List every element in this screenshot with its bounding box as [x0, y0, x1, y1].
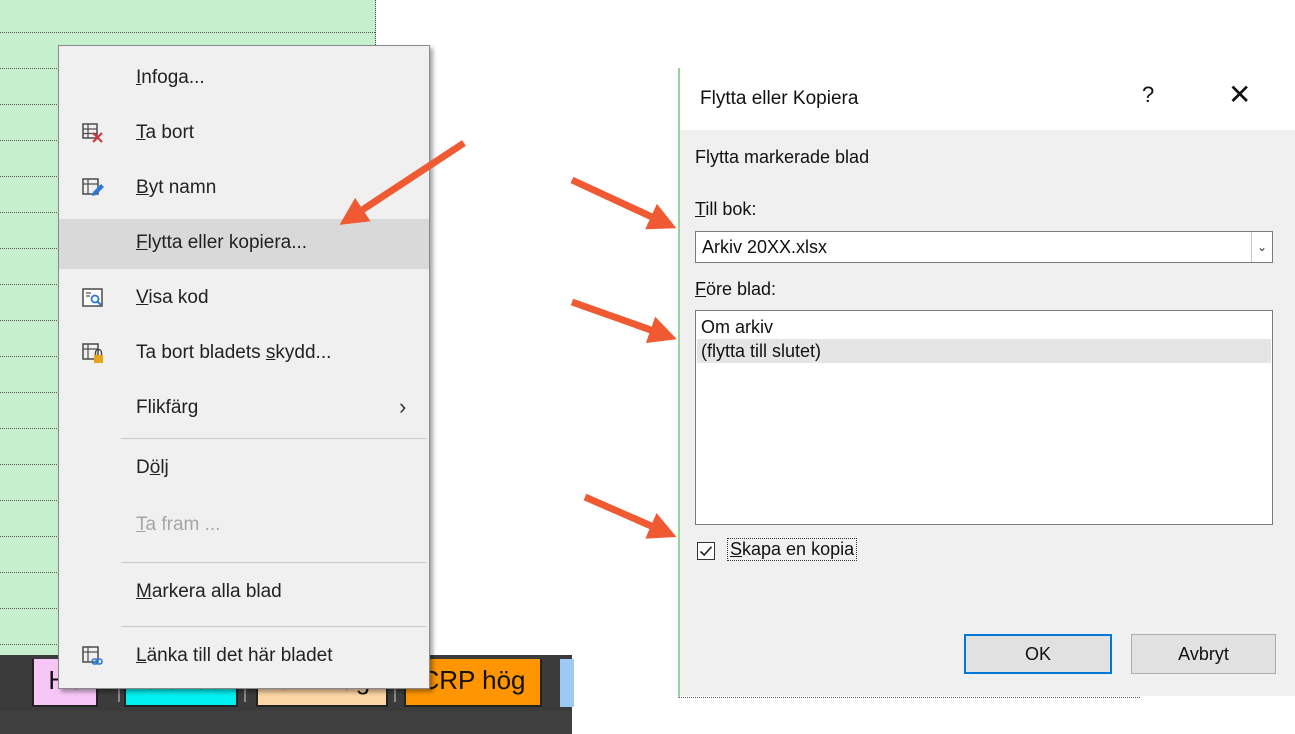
dialog-title: Flytta eller Kopiera: [700, 88, 859, 109]
ok-button[interactable]: OK: [964, 634, 1112, 674]
menu-item-move-or-copy[interactable]: Flytta eller kopiera...: [59, 219, 429, 269]
menu-item-view-code[interactable]: Visa kod: [59, 274, 429, 324]
sheet-tab-partial[interactable]: [560, 659, 574, 707]
help-icon[interactable]: ?: [1142, 82, 1154, 108]
menu-item-insert[interactable]: Infoga...: [59, 54, 429, 104]
menu-separator: [121, 626, 427, 627]
rename-sheet-icon: [82, 178, 104, 196]
menu-item-label: Ta bort: [136, 122, 195, 143]
view-code-icon: [82, 288, 103, 307]
arrow-to-book-field: [570, 176, 677, 230]
close-icon[interactable]: ✕: [1228, 78, 1251, 111]
chevron-down-icon[interactable]: ⌄: [1251, 232, 1272, 262]
before-sheet-list[interactable]: Om arkiv (flytta till slutet): [695, 310, 1273, 525]
menu-item-label: Flytta eller kopiera...: [136, 232, 308, 253]
menu-separator: [121, 562, 427, 563]
dialog-titlebar[interactable]: Flytta eller Kopiera ? ✕: [680, 68, 1295, 130]
menu-item-label: Markera alla blad: [136, 581, 282, 602]
menu-item-label: Visa kod: [136, 287, 209, 308]
menu-item-unprotect-sheet[interactable]: Ta bort bladets skydd...: [59, 329, 429, 379]
before-sheet-label: Före blad:: [695, 279, 777, 299]
unprotect-sheet-icon: [82, 343, 103, 363]
menu-item-label: Ta bort bladets skydd...: [136, 342, 332, 363]
arrow-to-copy-checkbox: [583, 493, 677, 539]
menu-item-select-all-sheets[interactable]: Markera alla blad: [59, 568, 429, 618]
menu-item-label: Byt namn: [136, 177, 217, 198]
menu-separator: [121, 438, 427, 439]
to-book-select[interactable]: Arkiv 20XX.xlsx ⌄: [695, 231, 1273, 263]
status-bar: [0, 711, 572, 734]
sheet-context-menu: Infoga... Ta bort Byt namn Flytta eller …: [58, 45, 430, 689]
create-copy-label[interactable]: Skapa en kopia: [726, 538, 858, 561]
menu-item-tab-color[interactable]: Flikfärg ›: [59, 384, 429, 434]
menu-item-label: Flikfärg: [136, 397, 199, 418]
menu-item-label: Infoga...: [136, 67, 205, 88]
to-book-label: Till bok:: [695, 199, 757, 219]
create-copy-checkbox[interactable]: [697, 542, 715, 560]
arrow-to-sheet-list: [570, 298, 677, 344]
list-item[interactable]: Om arkiv: [697, 315, 1271, 339]
menu-item-unhide[interactable]: Ta fram ...: [59, 501, 429, 551]
dialog-subtitle: Flytta markerade blad: [695, 147, 870, 167]
cancel-button[interactable]: Avbryt: [1131, 634, 1276, 674]
menu-item-rename[interactable]: Byt namn: [59, 164, 429, 214]
delete-sheet-icon: [82, 123, 103, 143]
list-item[interactable]: (flytta till slutet): [697, 339, 1271, 363]
chevron-right-icon: ›: [399, 394, 407, 419]
menu-item-label: Länka till det här bladet: [136, 645, 333, 666]
menu-item-label: Ta fram ...: [136, 514, 221, 535]
checkmark-icon: [699, 546, 713, 557]
link-sheet-icon: [82, 646, 103, 665]
menu-item-delete[interactable]: Ta bort: [59, 109, 429, 159]
menu-item-link-to-sheet[interactable]: Länka till det här bladet: [59, 632, 429, 682]
menu-item-label: Dölj: [136, 457, 169, 478]
grid-row-line: [0, 32, 375, 33]
menu-item-hide[interactable]: Dölj: [59, 444, 429, 494]
sheet-tab-label: CRP hög: [420, 665, 526, 695]
move-copy-dialog: Flytta eller Kopiera ? ✕ Flytta markerad…: [680, 68, 1295, 696]
to-book-value: Arkiv 20XX.xlsx: [702, 237, 828, 257]
